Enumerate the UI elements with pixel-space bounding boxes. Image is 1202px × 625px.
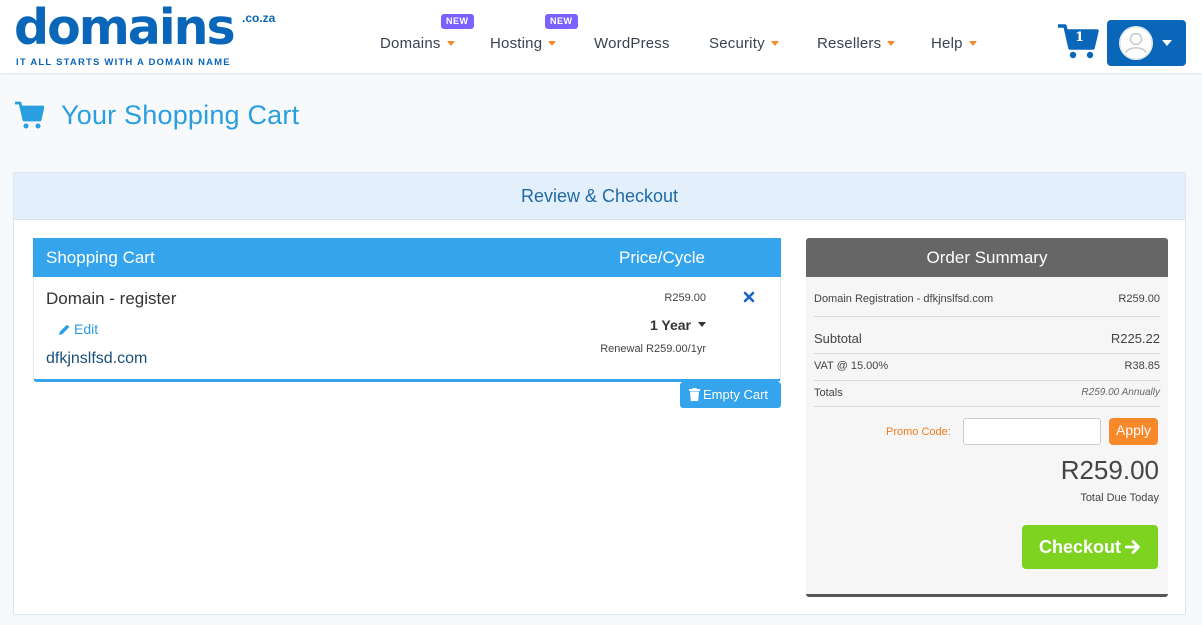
brand-logo[interactable]: domains .co.za IT ALL STARTS WITH A DOMA…	[14, 0, 284, 70]
empty-cart-button[interactable]: Empty Cart	[680, 382, 781, 408]
cart-item-row: Domain - register Edit dfkjnslfsd.com R2…	[33, 277, 781, 382]
nav-item-hosting[interactable]: Hosting	[490, 35, 557, 52]
checkout-button[interactable]: Checkout	[1022, 525, 1158, 569]
empty-cart-label: Empty Cart	[703, 387, 769, 402]
nav-item-label: Hosting	[490, 35, 543, 52]
nav-item-resellers[interactable]: Resellers	[817, 35, 896, 52]
divider	[814, 380, 1160, 381]
billing-cycle-value: 1 Year	[649, 317, 691, 333]
logo-wordmark: domains	[14, 0, 236, 56]
summary-line-item: Domain Registration - dfkjnslfsd.com R25…	[814, 293, 1160, 305]
subtotal-label: Subtotal	[814, 331, 862, 346]
nav-item-label: Domains	[380, 35, 441, 52]
order-summary-title: Order Summary	[806, 238, 1168, 277]
chevron-down-icon	[968, 40, 977, 46]
avatar	[1119, 26, 1153, 60]
nav-item-label: Help	[931, 35, 963, 52]
summary-subtotal: Subtotal R225.22	[814, 331, 1160, 346]
divider	[814, 316, 1160, 317]
nav-item-label: WordPress	[594, 35, 670, 52]
checkout-label: Checkout	[1038, 537, 1121, 557]
billing-cycle-dropdown[interactable]: 1 Year	[650, 317, 706, 333]
edit-label: Edit	[74, 321, 99, 337]
panel-title: Review & Checkout	[14, 173, 1185, 220]
logo-tld: .co.za	[242, 11, 276, 25]
summary-line-item-label: Domain Registration - dfkjnslfsd.com	[814, 293, 994, 305]
nav-item-help[interactable]: Help	[931, 35, 977, 52]
nav-item-wordpress[interactable]: WordPress	[594, 35, 670, 52]
chevron-down-icon	[446, 40, 455, 46]
logo-tagline: IT ALL STARTS WITH A DOMAIN NAME	[16, 57, 231, 68]
chevron-down-icon	[887, 40, 896, 46]
apply-promo-button[interactable]: Apply	[1109, 418, 1158, 445]
totals-label: Totals	[814, 387, 843, 399]
top-navbar: domains .co.za IT ALL STARTS WITH A DOMA…	[0, 0, 1202, 74]
cart-item-domain: dfkjnslfsd.com	[46, 350, 148, 367]
cart-item-type: Domain - register	[46, 289, 177, 308]
cart-col-item: Shopping Cart	[46, 248, 155, 267]
total-due-label: Total Due Today	[1080, 492, 1159, 504]
order-summary: Order Summary Domain Registration - dfkj…	[806, 238, 1168, 597]
summary-vat: VAT @ 15.00% R38.85	[814, 360, 1160, 372]
cart-item-price: R259.00	[664, 292, 706, 304]
arrow-right-icon	[1124, 540, 1140, 554]
page-title: Your Shopping Cart	[61, 100, 300, 130]
chevron-down-icon	[770, 40, 779, 46]
edit-item-link[interactable]: Edit	[58, 321, 98, 337]
subtotal-value: R225.22	[1110, 331, 1160, 346]
divider	[814, 353, 1160, 354]
vat-label: VAT @ 15.00%	[814, 360, 889, 372]
remove-item-button[interactable]	[742, 290, 756, 304]
cart-col-price: Price/Cycle	[619, 248, 705, 267]
nav-hosting-new-badge: NEW	[545, 14, 578, 29]
summary-totals: Totals R259.00 Annually	[814, 387, 1160, 399]
cart-count: 1	[1075, 30, 1085, 45]
promo-code-label: Promo Code:	[886, 426, 951, 438]
cart-item-renewal: Renewal R259.00/1yr	[600, 343, 706, 355]
checkout-panel: Review & Checkout Shopping Cart Price/Cy…	[13, 172, 1186, 615]
vat-value: R38.85	[1124, 360, 1160, 372]
nav-item-label: Security	[709, 35, 765, 52]
summary-line-item-value: R259.00	[1118, 293, 1160, 305]
chevron-down-icon	[548, 40, 557, 46]
nav-domains-new-badge: NEW	[441, 14, 474, 29]
shopping-cart-table: Shopping Cart Price/Cycle Domain - regis…	[33, 238, 781, 382]
page-header: Your Shopping Cart	[0, 75, 1202, 149]
divider	[814, 406, 1160, 407]
total-due-amount: R259.00	[1060, 455, 1159, 485]
pencil-icon	[59, 324, 70, 335]
shopping-cart-icon	[14, 100, 45, 130]
cart-table-header: Shopping Cart Price/Cycle	[33, 238, 781, 277]
nav-item-security[interactable]: Security	[709, 35, 779, 52]
account-menu-button[interactable]	[1107, 20, 1186, 66]
nav-item-domains[interactable]: Domains	[380, 35, 455, 52]
totals-value: R259.00 Annually	[1081, 387, 1160, 398]
chevron-down-icon	[698, 321, 706, 327]
trash-icon	[689, 388, 700, 401]
chevron-down-icon	[1162, 40, 1172, 46]
promo-code-input[interactable]	[963, 418, 1101, 445]
close-icon	[743, 291, 755, 303]
nav-item-label: Resellers	[817, 35, 882, 52]
